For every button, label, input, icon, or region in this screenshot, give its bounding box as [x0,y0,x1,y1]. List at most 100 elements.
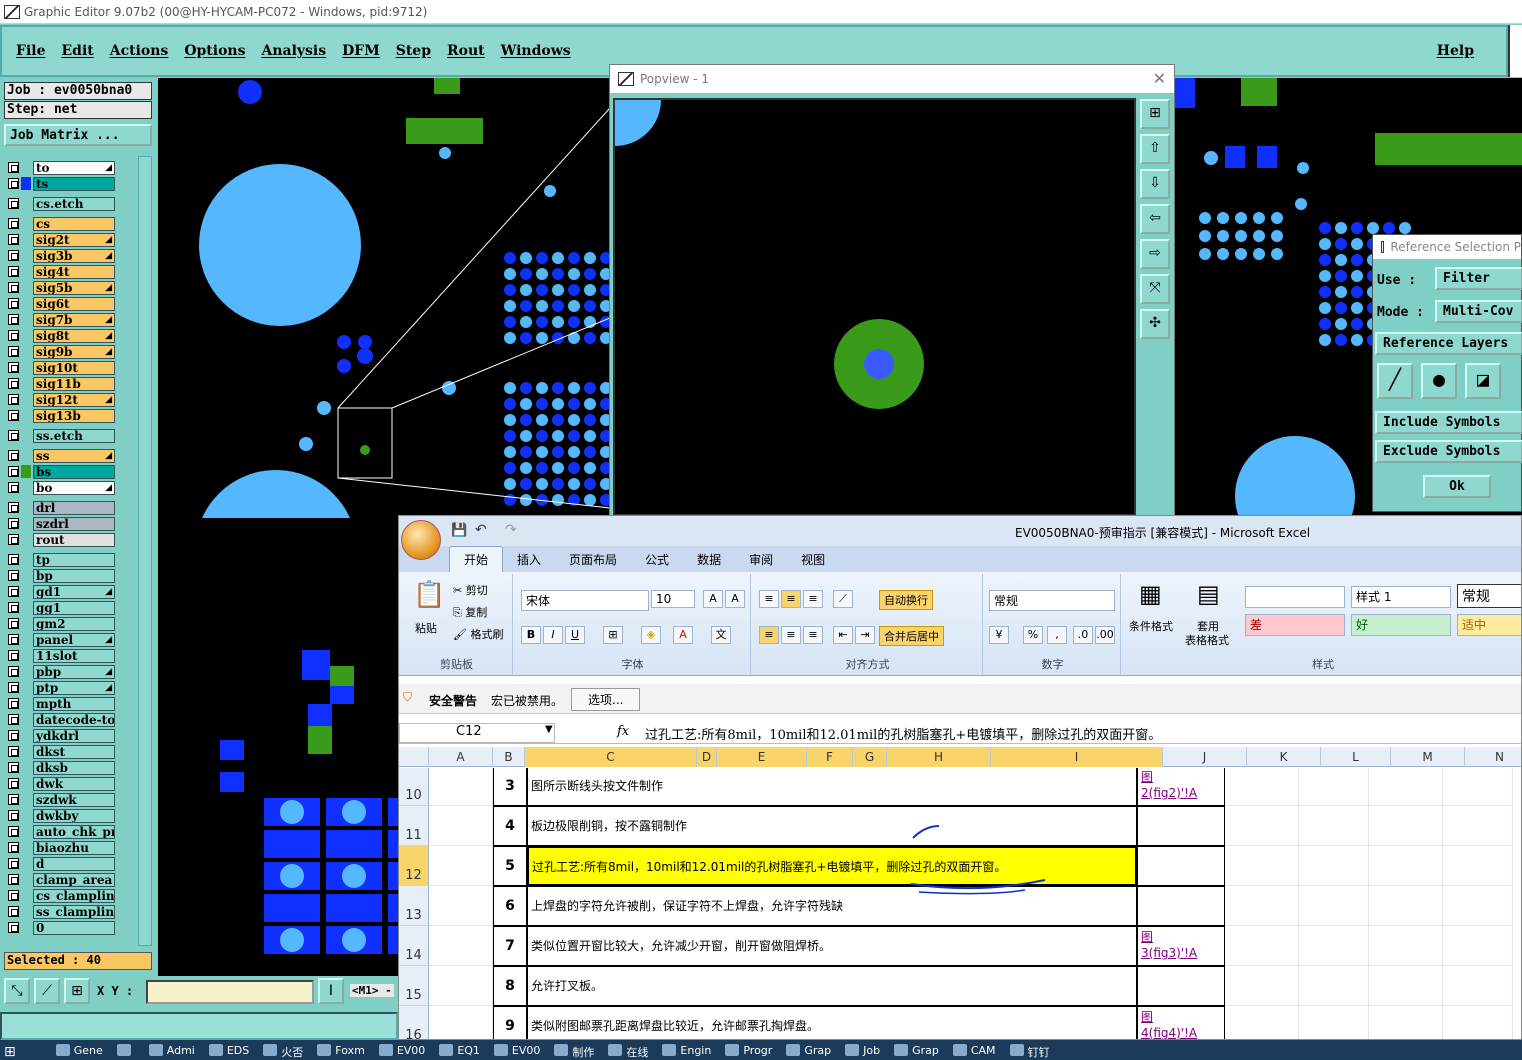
layer-checkbox[interactable] [8,570,19,581]
cell-figure-link[interactable]: 图 3(fig3)'!A [1137,926,1225,966]
menu-analysis[interactable]: Analysis [261,43,326,59]
cell-empty[interactable] [1299,886,1369,926]
cell-empty[interactable] [1225,1006,1299,1039]
layer-checkbox[interactable] [8,762,19,773]
cell-empty[interactable] [1443,1006,1513,1039]
align-top-icon[interactable]: ≡ [759,590,779,608]
layer-checkbox[interactable] [8,502,19,513]
undo-icon[interactable]: ↶ [475,522,487,538]
layer-checkbox[interactable] [8,906,19,917]
phonetic-icon[interactable]: 文 [711,626,731,644]
layer-checkbox[interactable] [8,378,19,389]
column-header[interactable]: I [991,747,1163,767]
layer-row[interactable]: szdrl [4,516,136,531]
refsel-titlebar[interactable]: Reference Selection P [1373,235,1521,259]
cell-empty[interactable] [1369,806,1443,846]
orientation-icon[interactable]: ⟋ [833,590,853,608]
layer-checkbox[interactable] [8,162,19,173]
cell-item-number[interactable]: 4 [493,806,527,846]
column-header[interactable]: B [493,747,525,767]
reference-layers-button[interactable]: Reference Layers [1375,332,1522,355]
cell-empty[interactable] [1369,1006,1443,1039]
office-button[interactable] [401,520,441,560]
tab-page-layout[interactable]: 页面布局 [555,547,631,572]
align-left-icon[interactable]: ≡ [759,626,779,644]
layer-checkbox[interactable] [8,430,19,441]
row-number[interactable]: 10 [399,768,429,806]
xy-input[interactable] [146,980,314,1004]
cell-empty[interactable] [1369,886,1443,926]
layer-row[interactable]: bp [4,568,136,583]
taskbar-button[interactable]: Foxm [313,1040,371,1060]
column-header[interactable]: J [1163,747,1247,767]
cell-description[interactable]: 板边极限削铜，按不露铜制作 [527,806,1137,846]
paste-icon[interactable]: 📋 [413,580,445,610]
taskbar-button[interactable]: EDS [205,1040,255,1060]
layer-name[interactable]: gm2 [33,616,115,631]
tab-review[interactable]: 审阅 [735,547,787,572]
italic-icon[interactable]: I [543,626,563,644]
layer-name[interactable]: cs [33,216,115,231]
chevron-down-icon[interactable]: ▼ [545,724,553,735]
layer-name[interactable]: d [33,856,115,871]
cell-empty[interactable] [1225,806,1299,846]
layer-name[interactable]: 0 [33,920,115,935]
layer-name[interactable]: ss ◢ [33,448,115,463]
layer-row[interactable]: gg1 [4,600,136,615]
cell-empty[interactable] [1443,886,1513,926]
cell-empty[interactable] [1299,966,1369,1006]
graphic-canvas-lower[interactable] [158,518,398,978]
layer-name[interactable]: sig6t [33,296,115,311]
layer-row[interactable]: gm2 [4,616,136,631]
layer-row[interactable]: sig2t ◢ [4,232,136,247]
layer-row[interactable]: ts [4,176,136,191]
pan-left-icon[interactable]: ⇦ [1140,204,1170,234]
layer-row[interactable]: ss.etch [4,428,136,443]
cell-a[interactable] [429,1006,493,1039]
cell-a[interactable] [429,806,493,846]
column-header[interactable]: F [807,747,853,767]
layer-row[interactable]: ydkdrl [4,728,136,743]
layer-checkbox[interactable] [8,518,19,529]
layer-row[interactable]: sig9b ◢ [4,344,136,359]
layer-name[interactable]: cs_clampline [33,888,115,903]
layer-name[interactable]: gd1 ◢ [33,584,115,599]
exclude-symbols-button[interactable]: Exclude Symbols [1375,440,1522,463]
layer-name[interactable]: sig3b ◢ [33,248,115,263]
layer-name[interactable]: sig4t [33,264,115,279]
layer-row[interactable]: cs [4,216,136,231]
style-normal[interactable]: 常规 [1457,584,1521,608]
column-header[interactable]: A [429,747,493,767]
row-number[interactable]: 12 [399,846,429,886]
menu-edit[interactable]: Edit [61,43,93,59]
layer-name[interactable]: gg1 [33,600,115,615]
layer-name[interactable]: sig9b ◢ [33,344,115,359]
cell-a[interactable] [429,846,493,886]
layer-name[interactable]: sig10t [33,360,115,375]
layer-checkbox[interactable] [8,234,19,245]
layer-row[interactable]: sig10t [4,360,136,375]
worksheet-grid[interactable]: 10 3 图所示断线头按文件制作图 2(fig2)'!A 11 4 板边极限削铜，按不露铜制… [399,768,1521,1039]
layer-checkbox[interactable] [8,858,19,869]
layer-name[interactable]: rout [33,532,115,547]
layer-name[interactable]: ts [33,176,115,191]
taskbar-button[interactable]: CAM [949,1040,1002,1060]
cell-item-number[interactable]: 7 [493,926,527,966]
layer-name[interactable]: sig13b [33,408,115,423]
border-icon[interactable]: ⊞ [603,626,623,644]
layer-checkbox[interactable] [8,534,19,545]
layer-name[interactable]: dksb [33,760,115,775]
layer-name[interactable]: sig5b ◢ [33,280,115,295]
table-format-label-2[interactable]: 表格格式 [1185,632,1229,648]
layer-name[interactable]: 11slot [33,648,115,663]
security-options-button[interactable]: 选项... [571,688,641,711]
layer-name[interactable]: sig8t ◢ [33,328,115,343]
layer-row[interactable]: ptp ◢ [4,680,136,695]
layer-checkbox[interactable] [8,714,19,725]
measure-tool-icon[interactable]: ⟋ [34,978,60,1004]
cell-a[interactable] [429,926,493,966]
wrap-text-button[interactable]: 自动换行 [879,590,933,610]
cell-empty[interactable] [1369,768,1443,806]
layer-row[interactable]: sig8t ◢ [4,328,136,343]
layer-row[interactable]: drl [4,500,136,515]
